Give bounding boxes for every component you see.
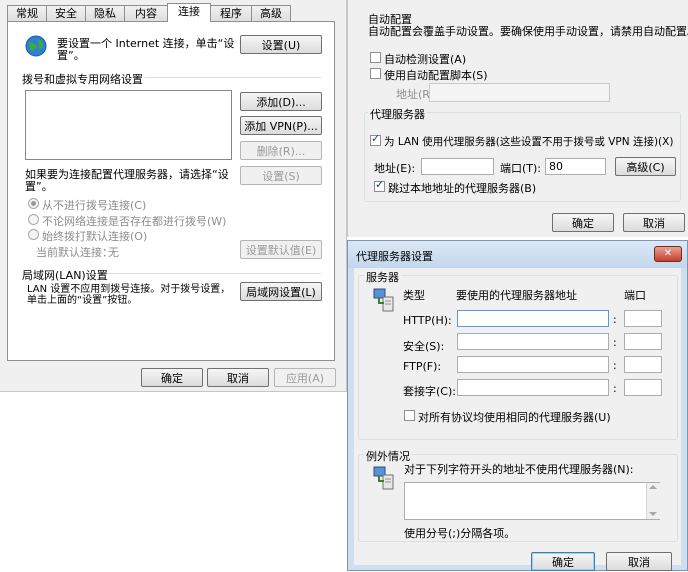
radio-never-dial[interactable] <box>28 198 39 209</box>
dialup-section-title: 拨号和虚拟专用网络设置 <box>22 73 143 86</box>
tab-connections[interactable]: 连接 <box>167 3 211 22</box>
current-default-label: 当前默认连接： <box>36 246 113 259</box>
tab-privacy[interactable]: 隐私 <box>85 5 125 21</box>
secure-label: 安全(S): <box>403 340 445 353</box>
tab-content[interactable]: 内容 <box>124 5 168 21</box>
proxy-dialog-title: 代理服务器设置 <box>356 250 433 263</box>
radio-always-dial[interactable] <box>28 229 39 240</box>
use-script-label: 使用自动配置脚本(S) <box>384 69 488 82</box>
setup-button[interactable]: 设置(U) <box>240 35 322 54</box>
settings-button[interactable]: 设置(S) <box>240 166 322 185</box>
setup-text: 要设置一个 Internet 连接，单击“设置”。 <box>57 37 235 62</box>
radio-dial-whenever[interactable] <box>28 214 39 225</box>
socks-label: 套接字(C): <box>403 385 456 398</box>
servers-title: 服务器 <box>364 269 401 285</box>
http-label: HTTP(H): <box>403 314 452 327</box>
secure-address-input[interactable] <box>457 333 609 350</box>
proxy-address-label: 地址(E): <box>374 162 416 175</box>
use-proxy-checkbox[interactable] <box>370 132 381 146</box>
proxy-server-title: 代理服务器 <box>368 106 427 122</box>
set-default-button[interactable]: 设置默认值(E) <box>240 240 322 259</box>
secure-port-input[interactable] <box>624 333 662 350</box>
exceptions-computer-icon <box>373 466 394 490</box>
connections-list[interactable] <box>25 90 232 160</box>
auto-detect-label: 自动检测设置(A) <box>384 53 467 66</box>
radio-always-dial-label: 始终拨打默认连接(O) <box>42 230 148 243</box>
script-address-input[interactable] <box>429 83 610 102</box>
address-column-header: 要使用的代理服务器地址 <box>456 289 577 302</box>
lan-ok-button[interactable]: 确定 <box>552 213 614 232</box>
exceptions-scrollbar[interactable] <box>646 483 660 519</box>
ftp-label: FTP(F): <box>403 360 442 373</box>
internet-options-dialog: 常规 安全 隐私 内容 连接 程序 高级 要设置一个 Internet 连接，单… <box>0 0 347 392</box>
same-proxy-checkbox[interactable] <box>404 410 415 421</box>
proxy-ok-button[interactable]: 确定 <box>531 552 595 571</box>
radio-dial-whenever-label: 不论网络连接是否存在都进行拨号(W) <box>42 215 227 228</box>
lan-section-title: 局域网(LAN)设置 <box>22 269 108 282</box>
ftp-address-input[interactable] <box>457 356 609 373</box>
ftp-colon: : <box>613 359 617 372</box>
proxy-address-input[interactable] <box>421 158 494 175</box>
radio-never-dial-label: 从不进行拨号连接(C) <box>42 199 147 212</box>
close-icon: ✕ <box>663 248 673 259</box>
close-button[interactable]: ✕ <box>654 246 682 262</box>
current-default-value: 无 <box>108 246 119 259</box>
socks-port-input[interactable] <box>624 379 662 396</box>
socks-address-input[interactable] <box>457 379 609 396</box>
ok-button[interactable]: 确定 <box>141 368 203 387</box>
lan-separator <box>107 273 321 274</box>
type-column-header: 类型 <box>403 289 425 302</box>
proxy-cancel-button[interactable]: 取消 <box>606 552 672 571</box>
globe-icon <box>25 35 47 57</box>
lan-settings-dialog: 自动配置 自动配置会覆盖手动设置。要确保使用手动设置，请禁用自动配置。 自动检测… <box>347 0 688 237</box>
lan-text: LAN 设置不应用到拨号连接。对于拨号设置，单击上面的“设置”按钮。 <box>27 284 231 306</box>
exceptions-hint: 使用分号(;)分隔各项。 <box>404 527 516 540</box>
tab-security[interactable]: 安全 <box>46 5 86 21</box>
bypass-local-label: 跳过本地地址的代理服务器(B) <box>388 182 537 195</box>
proxy-advanced-button[interactable]: 高级(C) <box>615 157 676 176</box>
proxy-settings-dialog: 代理服务器设置 ✕ 服务器 类型 要使用的代理服务器地址 端口 HTTP(H):… <box>347 240 688 571</box>
use-script-checkbox[interactable] <box>370 68 381 79</box>
scroll-down-icon[interactable] <box>649 512 657 516</box>
exceptions-description: 对于下列字符开头的地址不使用代理服务器(N): <box>404 463 634 476</box>
http-address-input[interactable] <box>457 310 609 327</box>
auto-config-description: 自动配置会覆盖手动设置。要确保使用手动设置，请禁用自动配置。 <box>368 25 688 38</box>
apply-button[interactable]: 应用(A) <box>274 368 336 387</box>
lan-cancel-button[interactable]: 取消 <box>623 213 685 232</box>
http-port-input[interactable] <box>624 310 662 327</box>
secure-colon: : <box>613 336 617 349</box>
same-proxy-label: 对所有协议均使用相同的代理服务器(U) <box>418 411 611 424</box>
http-colon: : <box>613 313 617 326</box>
cancel-button[interactable]: 取消 <box>207 368 269 387</box>
port-column-header: 端口 <box>624 289 646 302</box>
port-label: 端口(T): <box>500 162 542 175</box>
lan-settings-button[interactable]: 局域网设置(L) <box>240 282 322 301</box>
tab-advanced[interactable]: 高级 <box>251 5 291 21</box>
scroll-up-icon[interactable] <box>649 485 657 489</box>
delete-button[interactable]: 删除(R)... <box>240 141 322 160</box>
exceptions-textarea[interactable] <box>404 482 660 520</box>
bypass-local-checkbox[interactable] <box>374 178 385 192</box>
tab-general[interactable]: 常规 <box>7 5 47 21</box>
auto-detect-checkbox[interactable] <box>370 52 381 63</box>
add-button[interactable]: 添加(D)... <box>240 92 322 111</box>
tab-programs[interactable]: 程序 <box>210 5 252 21</box>
network-computer-icon <box>373 288 394 312</box>
proxy-prompt-text: 如果要为连接配置代理服务器，请选择“设置”。 <box>25 168 229 193</box>
ftp-port-input[interactable] <box>624 356 662 373</box>
dialup-separator <box>145 77 321 78</box>
use-proxy-label: 为 LAN 使用代理服务器(这些设置不用于拨号或 VPN 连接)(X) <box>384 136 674 148</box>
port-input[interactable]: 80 <box>545 158 606 175</box>
add-vpn-button[interactable]: 添加 VPN(P)... <box>240 116 322 135</box>
socks-colon: : <box>613 382 617 395</box>
proxy-dialog-body: 服务器 类型 要使用的代理服务器地址 端口 HTTP(H): : 安全(S): … <box>354 268 681 571</box>
